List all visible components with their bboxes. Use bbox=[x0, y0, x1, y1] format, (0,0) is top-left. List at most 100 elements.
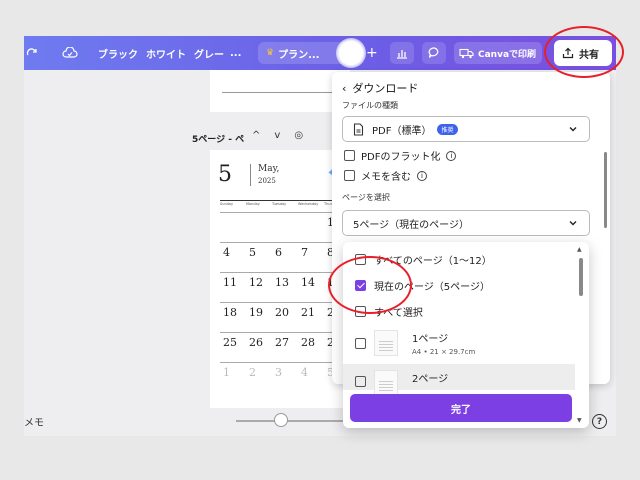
include-notes-option[interactable]: メモを含む i bbox=[344, 168, 427, 183]
page-1-thumbnail bbox=[374, 330, 398, 356]
calendar-month-name: May, bbox=[258, 164, 280, 174]
calendar-day: 20 bbox=[275, 306, 289, 319]
hide-page-icon[interactable]: ◎ bbox=[294, 130, 303, 141]
calendar-day: 1 bbox=[223, 366, 230, 379]
page-controls: ^ v ◎ bbox=[252, 130, 303, 141]
help-button[interactable]: ? bbox=[592, 414, 607, 429]
calendar-day: 19 bbox=[249, 306, 263, 319]
chevron-down-icon bbox=[569, 127, 577, 132]
file-type-value: PDF（標準） bbox=[372, 125, 432, 137]
calendar-day: 5 bbox=[249, 246, 256, 259]
chevron-down-icon bbox=[569, 221, 577, 226]
scroll-down-icon[interactable]: ▼ bbox=[577, 417, 582, 424]
current-page-checkbox[interactable] bbox=[355, 279, 366, 291]
insights-button[interactable] bbox=[390, 42, 414, 64]
include-notes-checkbox[interactable] bbox=[344, 170, 355, 181]
menu-item-gray[interactable]: グレー bbox=[194, 36, 224, 70]
download-panel-header[interactable]: ‹ ダウンロード bbox=[342, 80, 418, 96]
pdf-flatten-checkbox[interactable] bbox=[344, 150, 355, 161]
weekday-label: Wednesday bbox=[298, 202, 319, 206]
option-page-1[interactable]: 1ページ A4 • 21 × 29.7cm bbox=[343, 328, 575, 358]
calendar-day: 7 bbox=[301, 246, 308, 259]
panel-scrollbar-thumb[interactable] bbox=[604, 152, 607, 228]
file-type-label: ファイルの種類 bbox=[342, 101, 398, 110]
select-all-label: すべて選択 bbox=[374, 307, 423, 319]
list-scrollbar[interactable]: ▲ ▼ bbox=[577, 246, 585, 424]
page-title[interactable]: 5ページ - ペ bbox=[192, 132, 244, 145]
calendar-day: 6 bbox=[275, 246, 282, 259]
calendar-day: 13 bbox=[275, 276, 289, 289]
plan-label: プラン... bbox=[278, 49, 320, 61]
crown-icon: ♛ bbox=[266, 48, 275, 58]
calendar-day: 18 bbox=[223, 306, 237, 319]
calendar-day: 25 bbox=[223, 336, 237, 349]
option-current-page[interactable]: 現在のページ（5ページ） bbox=[343, 276, 575, 294]
all-pages-label: すべてのページ（1～12） bbox=[374, 255, 492, 267]
recommended-badge: 推奨 bbox=[437, 123, 458, 135]
calendar-month-number: 5 bbox=[218, 162, 232, 187]
calendar-day bbox=[246, 213, 272, 242]
pdf-flatten-option[interactable]: PDFのフラット化 i bbox=[344, 148, 457, 163]
option-all-pages[interactable]: すべてのページ（1～12） bbox=[343, 250, 575, 268]
menu-item-white[interactable]: ホワイト bbox=[146, 36, 186, 70]
add-collaborator-button[interactable]: + bbox=[366, 36, 378, 70]
calendar-day: 11 bbox=[223, 276, 237, 289]
calendar-day: 21 bbox=[301, 306, 315, 319]
done-button[interactable]: 完了 bbox=[350, 394, 572, 422]
info-icon[interactable]: i bbox=[446, 150, 457, 161]
select-all-checkbox[interactable] bbox=[355, 305, 366, 317]
back-chevron-icon[interactable]: ‹ bbox=[342, 82, 346, 95]
notes-button[interactable]: メモ bbox=[24, 414, 44, 429]
zoom-slider-handle[interactable] bbox=[274, 413, 288, 427]
calendar-day: 2 bbox=[249, 366, 256, 379]
calendar-week: 4 5 6 7 8 bbox=[220, 242, 350, 272]
list-scrollbar-thumb[interactable] bbox=[579, 258, 583, 296]
current-page-label: 現在のページ（5ページ） bbox=[374, 281, 490, 293]
weekday-label: Monday bbox=[246, 202, 260, 206]
share-label: 共有 bbox=[579, 49, 599, 61]
calendar-day: 4 bbox=[301, 366, 308, 379]
menu-more[interactable]: ... bbox=[230, 36, 241, 70]
select-pages-dropdown[interactable]: 5ページ（現在のページ） bbox=[342, 210, 590, 236]
select-pages-value: 5ページ（現在のページ） bbox=[353, 219, 469, 231]
calendar-day: 4 bbox=[223, 246, 230, 259]
bar-chart-icon bbox=[397, 50, 407, 59]
truck-icon bbox=[459, 48, 474, 58]
redo-icon[interactable] bbox=[26, 36, 38, 70]
option-page-2[interactable]: 2ページ bbox=[343, 364, 575, 396]
all-pages-checkbox[interactable] bbox=[355, 253, 366, 265]
calendar-week: 1 2 3 4 5 bbox=[220, 362, 350, 392]
include-notes-label: メモを含む bbox=[361, 172, 411, 183]
panel-scrollbar[interactable] bbox=[604, 108, 607, 308]
calendar-week: 25 26 27 28 29 bbox=[220, 332, 350, 362]
select-pages-label: ページを選択 bbox=[342, 193, 390, 202]
print-label: Canvaで印刷 bbox=[478, 49, 537, 60]
share-button[interactable]: 共有 bbox=[554, 40, 612, 66]
info-icon[interactable]: i bbox=[417, 170, 427, 181]
previous-page-preview[interactable] bbox=[210, 70, 350, 112]
comment-button[interactable] bbox=[422, 42, 446, 64]
calendar-week: 11 12 13 14 15 bbox=[220, 272, 350, 302]
calendar-week: 1 bbox=[220, 212, 350, 242]
calendar-day: 26 bbox=[249, 336, 263, 349]
file-type-select[interactable]: PDF（標準） 推奨 bbox=[342, 116, 590, 142]
menu-item-black[interactable]: ブラック bbox=[98, 36, 138, 70]
page-2-label: 2ページ bbox=[412, 374, 449, 385]
page-down-icon[interactable]: v bbox=[274, 130, 280, 141]
calendar-divider bbox=[250, 164, 251, 186]
print-with-canva-button[interactable]: Canvaで印刷 bbox=[454, 42, 542, 64]
zoom-slider[interactable] bbox=[236, 420, 356, 422]
scroll-up-icon[interactable]: ▲ bbox=[577, 246, 582, 253]
avatar[interactable] bbox=[336, 38, 366, 68]
page-rule bbox=[222, 92, 340, 93]
calendar-day bbox=[220, 213, 246, 242]
page-up-icon[interactable]: ^ bbox=[252, 130, 260, 141]
cloud-save-icon[interactable] bbox=[62, 36, 78, 70]
document-icon bbox=[353, 122, 364, 136]
calendar-day: 12 bbox=[249, 276, 263, 289]
comment-icon bbox=[428, 47, 438, 58]
download-title: ダウンロード bbox=[352, 82, 419, 95]
option-select-all[interactable]: すべて選択 bbox=[343, 302, 575, 320]
page-2-checkbox[interactable] bbox=[355, 376, 366, 387]
page-1-checkbox[interactable] bbox=[355, 337, 366, 349]
